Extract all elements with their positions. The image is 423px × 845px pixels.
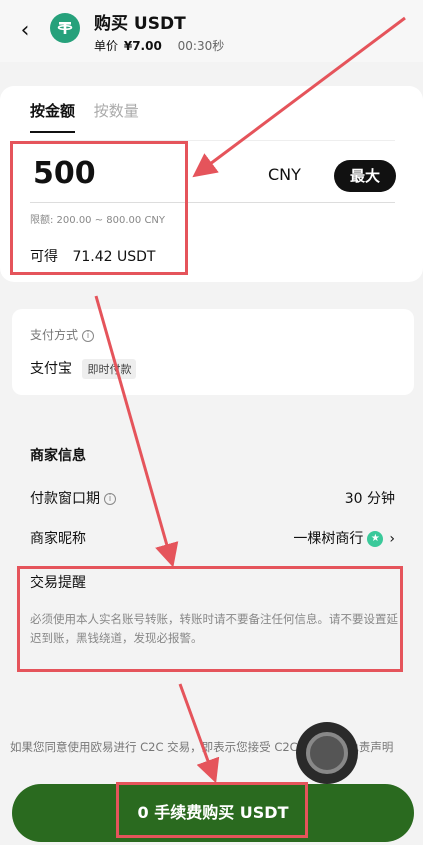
countdown-timer: 00:30秒 (177, 39, 225, 53)
tab-by-amount[interactable]: 按金额 (30, 100, 76, 133)
payment-method-heading: 支付方式 i (30, 326, 95, 343)
payment-window-text: 付款窗口期 (30, 491, 100, 507)
back-icon[interactable]: ‹ (14, 18, 36, 44)
info-icon[interactable]: i (82, 329, 95, 342)
payment-method-card[interactable]: 支付方式 i 支付宝 即时付款 (12, 309, 414, 395)
price-line: 单价 ¥7.00 00:30秒 (94, 37, 224, 54)
annotation-box-amount (10, 141, 188, 275)
page-title: 购买 USDT (94, 14, 186, 34)
merchant-title: 商家信息 (30, 448, 86, 464)
amount-tabs: 按金额 按数量 (30, 100, 153, 133)
payment-method-label: 支付方式 (30, 328, 79, 342)
currency-label: CNY (268, 165, 301, 184)
payment-window-value: 30 分钟 (344, 491, 395, 507)
annotation-box-buy (116, 782, 308, 838)
merchant-nickname-row[interactable]: 一棵树商行 ★ › (293, 528, 395, 548)
payment-method-name: 支付宝 (30, 361, 72, 377)
info-icon[interactable]: i (104, 493, 116, 505)
payment-window-label: 付款窗口期 i (30, 488, 116, 508)
chevron-right-icon: › (389, 531, 395, 547)
floating-button-ring (306, 732, 348, 774)
price-value: ¥7.00 (123, 39, 162, 53)
tab-by-quantity[interactable]: 按数量 (94, 100, 139, 131)
tether-glyph (57, 22, 73, 34)
instant-payment-tag: 即时付款 (82, 359, 137, 379)
verified-badge-icon: ★ (367, 531, 384, 547)
merchant-nickname-label: 商家昵称 (30, 531, 86, 547)
annotation-arrow-buy (178, 683, 220, 784)
payment-method-row: 支付宝 即时付款 (30, 358, 137, 379)
tether-icon (50, 13, 80, 43)
merchant-nickname-value: 一棵树商行 (293, 531, 364, 547)
price-label: 单价 (94, 39, 119, 53)
floating-assistive-button[interactable] (296, 722, 358, 784)
header: ‹ 购买 USDT 单价 ¥7.00 00:30秒 (0, 0, 423, 62)
max-button[interactable]: 最大 (334, 160, 396, 192)
annotation-box-reminder (17, 566, 403, 672)
